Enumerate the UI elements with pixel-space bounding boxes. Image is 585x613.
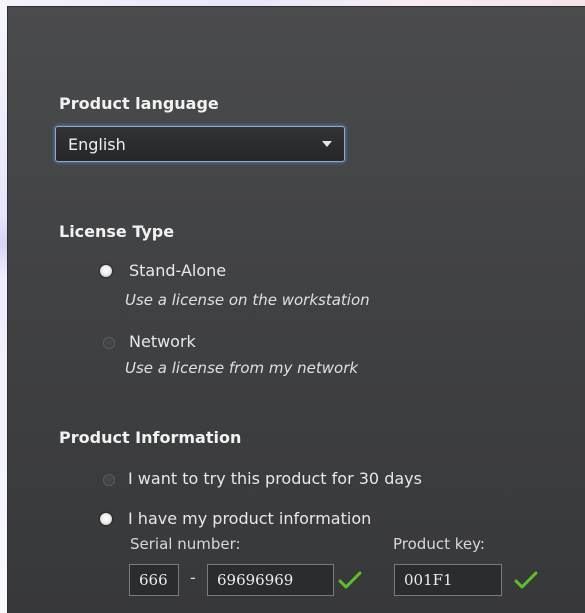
serial-prefix-input[interactable]: 666: [129, 564, 179, 596]
license-type-heading: License Type: [59, 222, 175, 241]
serial-separator: -: [190, 568, 196, 587]
product-key-valid-checkmark-icon: [514, 571, 538, 589]
serial-number-input[interactable]: 69696969: [207, 564, 334, 596]
license-dialog: Product language English License Type St…: [7, 6, 585, 613]
radio-trial[interactable]: [103, 474, 115, 486]
product-language-value: English: [68, 135, 126, 154]
trial-option-label[interactable]: I want to try this product for 30 days: [128, 469, 422, 488]
have-info-option-label[interactable]: I have my product information: [128, 509, 371, 528]
radio-have-info[interactable]: [100, 513, 112, 525]
product-information-heading: Product Information: [59, 428, 242, 447]
network-label[interactable]: Network: [129, 332, 196, 351]
stand-alone-description: Use a license on the workstation: [125, 291, 370, 309]
serial-valid-checkmark-icon: [338, 571, 362, 589]
chevron-down-icon: [322, 141, 332, 147]
background-banner-left: [0, 0, 7, 613]
network-description: Use a license from my network: [125, 359, 359, 377]
product-key-label: Product key:: [393, 535, 485, 553]
product-language-dropdown[interactable]: English: [55, 126, 345, 162]
serial-number-label: Serial number:: [130, 535, 241, 553]
stand-alone-label[interactable]: Stand-Alone: [129, 261, 226, 280]
radio-network[interactable]: [103, 337, 115, 349]
radio-stand-alone[interactable]: [100, 265, 112, 277]
product-language-heading: Product language: [59, 94, 219, 113]
product-key-input[interactable]: 001F1: [394, 564, 502, 596]
